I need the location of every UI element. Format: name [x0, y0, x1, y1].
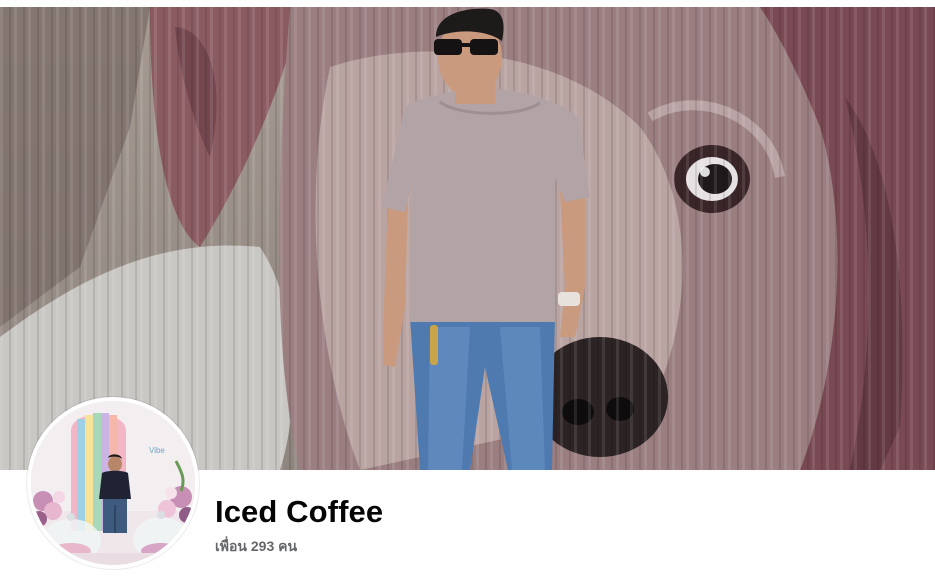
friends-count-link[interactable]: เพื่อน 293 คน [215, 537, 297, 555]
profile-picture[interactable]: Vibe [31, 401, 195, 565]
profile-header: Vibe Iced Coffee เพื่อน 293 คน [0, 0, 935, 576]
svg-text:Vibe: Vibe [149, 446, 165, 455]
profile-picture-frame[interactable]: Vibe [27, 397, 199, 569]
profile-name: Iced Coffee [215, 494, 384, 529]
